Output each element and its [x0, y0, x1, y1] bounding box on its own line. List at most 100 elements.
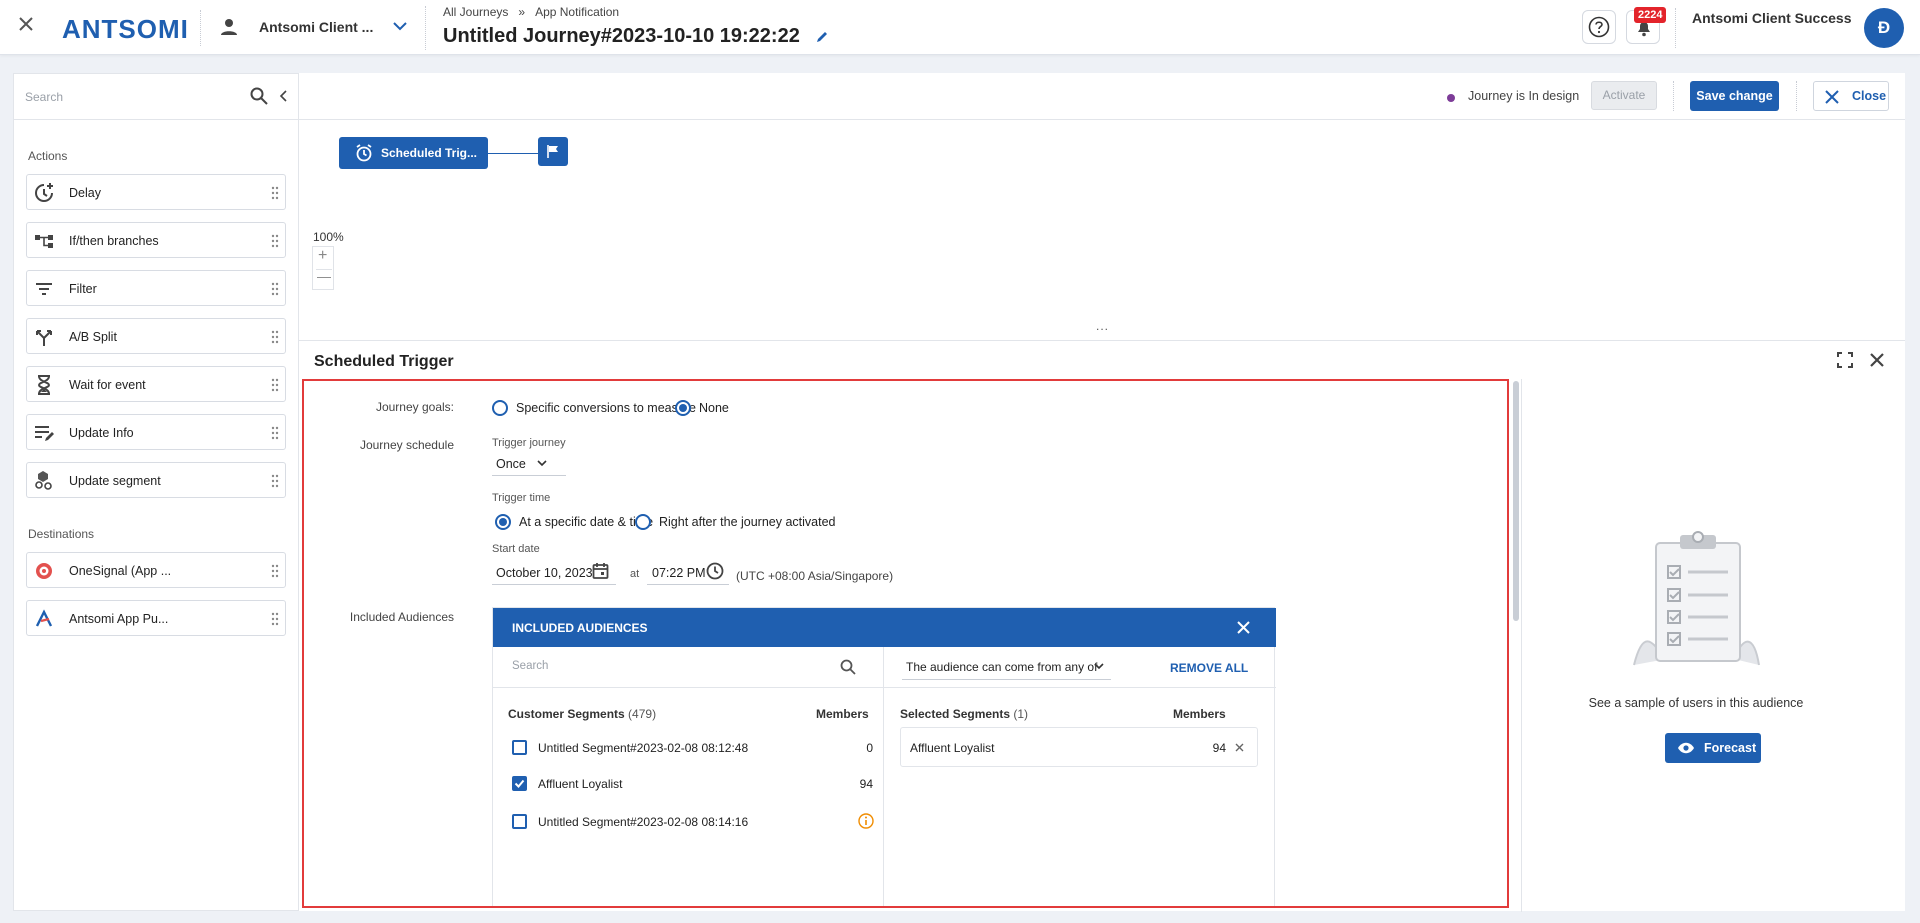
segment-checkbox[interactable] — [512, 740, 527, 755]
activate-button[interactable]: Activate — [1591, 81, 1657, 110]
forecast-label: Forecast — [1704, 741, 1757, 755]
action-label: Wait for event — [69, 378, 146, 392]
avatar[interactable]: Đ — [1864, 8, 1904, 48]
drag-handle-icon[interactable] — [271, 612, 279, 626]
portal-selector[interactable]: Antsomi Client ... — [259, 19, 373, 35]
breadcrumb-all-journeys[interactable]: All Journeys — [443, 5, 508, 19]
edit-lines-icon — [35, 426, 54, 441]
drag-handle-icon[interactable] — [271, 426, 279, 440]
drag-handle-icon[interactable] — [271, 474, 279, 488]
close-button[interactable]: Close — [1813, 81, 1889, 111]
segment-members: 94 — [859, 777, 873, 791]
audiences-search-input[interactable]: Search — [512, 660, 548, 672]
hourglass-icon — [37, 375, 51, 395]
drag-handle-icon[interactable] — [271, 330, 279, 344]
delay-icon — [35, 183, 53, 202]
divider — [425, 6, 426, 50]
calendar-icon[interactable] — [592, 562, 609, 580]
remove-all-button[interactable]: REMOVE ALL — [1170, 661, 1248, 675]
drag-handle-icon[interactable] — [271, 282, 279, 296]
sidebar-search-input[interactable]: Search — [25, 90, 63, 104]
breadcrumb-app-notification[interactable]: App Notification — [535, 5, 619, 19]
start-date-field[interactable]: October 10, 2023 — [492, 557, 616, 585]
divider — [1675, 8, 1676, 48]
segment-row[interactable]: Affluent Loyalist 94 — [493, 766, 883, 800]
drag-handle-icon[interactable] — [271, 378, 279, 392]
forecast-button[interactable]: Forecast — [1665, 733, 1761, 763]
time-after-activation-radio[interactable] — [635, 514, 651, 530]
action-label: Update segment — [69, 474, 161, 488]
action-wait-for-event[interactable]: Wait for event — [26, 366, 286, 402]
goal-none-label[interactable]: None — [699, 401, 729, 415]
audiences-toolbar: Search The audience can come from any of… — [493, 647, 1276, 688]
selected-segments-count: (1) — [1013, 707, 1029, 721]
antsomi-icon — [35, 609, 53, 627]
audiences-header: INCLUDED AUDIENCES — [493, 608, 1276, 647]
segment-icon — [35, 471, 52, 490]
checkmark-icon — [514, 779, 525, 788]
selected-segments-header: Selected Segments (1) — [900, 707, 1028, 721]
action-update-info[interactable]: Update Info — [26, 414, 286, 450]
chevron-down-icon[interactable] — [393, 22, 407, 32]
save-change-button[interactable]: Save change — [1690, 81, 1779, 111]
drag-handle-icon[interactable] — [271, 186, 279, 200]
chevron-down-icon — [537, 460, 547, 467]
goal-none-radio[interactable] — [675, 400, 691, 416]
segment-row[interactable]: Untitled Segment#2023-02-08 08:14:16 — [493, 804, 883, 838]
segment-row[interactable]: Untitled Segment#2023-02-08 08:12:48 0 — [493, 730, 883, 764]
help-button[interactable] — [1582, 10, 1616, 44]
time-specific-radio[interactable] — [495, 514, 511, 530]
time-after-activation-label[interactable]: Right after the journey activated — [659, 515, 836, 529]
customer-segments-label: Customer Segments — [508, 707, 625, 721]
warning-info-icon[interactable] — [858, 813, 874, 829]
action-label: Update Info — [69, 426, 134, 440]
segment-name: Untitled Segment#2023-02-08 08:12:48 — [538, 741, 749, 755]
customer-segments-header: Customer Segments (479) — [508, 707, 656, 721]
at-label: at — [630, 568, 640, 580]
zoom-controls: + — — [312, 246, 334, 290]
scrollbar[interactable] — [1513, 381, 1519, 621]
action-filter[interactable]: Filter — [26, 270, 286, 306]
action-update-segment[interactable]: Update segment — [26, 462, 286, 498]
end-node[interactable] — [538, 137, 568, 166]
start-time-field[interactable]: 07:22 PM — [647, 557, 729, 585]
resize-handle[interactable]: ... — [1096, 319, 1109, 333]
search-icon[interactable] — [250, 87, 268, 105]
time-specific-label[interactable]: At a specific date & time — [519, 515, 653, 529]
action-ab-split[interactable]: A/B Split — [26, 318, 286, 354]
trigger-journey-select[interactable]: Once — [492, 449, 566, 476]
journey-status: Journey is In design — [1468, 89, 1580, 103]
drag-handle-icon[interactable] — [271, 234, 279, 248]
destination-onesignal[interactable]: OneSignal (App ... — [26, 552, 286, 588]
close-app-icon[interactable] — [18, 16, 34, 32]
goal-specific-label[interactable]: Specific conversions to measure — [516, 401, 696, 415]
drag-handle-icon[interactable] — [271, 564, 279, 578]
zoom-out-button[interactable]: — — [317, 268, 331, 284]
antsomi-logo[interactable]: ANTSOMI — [62, 14, 189, 45]
action-label: Delay — [69, 186, 101, 200]
clock-icon[interactable] — [706, 562, 724, 580]
zoom-in-button[interactable]: + — [318, 247, 327, 265]
selected-segments-label: Selected Segments — [900, 707, 1011, 721]
remove-segment-icon[interactable] — [1235, 743, 1244, 752]
close-audiences-icon[interactable] — [1237, 621, 1250, 634]
close-panel-icon[interactable] — [1869, 352, 1885, 368]
destination-antsomi-app-push[interactable]: Antsomi App Pu... — [26, 600, 286, 636]
collapse-sidebar-icon[interactable] — [279, 90, 287, 102]
scheduled-trigger-node[interactable]: Scheduled Trig... — [339, 137, 488, 169]
start-date-value: October 10, 2023 — [496, 566, 593, 580]
action-if-then-branches[interactable]: If/then branches — [26, 222, 286, 258]
members-header: Members — [816, 707, 869, 721]
segment-checkbox[interactable] — [512, 814, 527, 829]
goal-specific-radio[interactable] — [492, 400, 508, 416]
action-delay[interactable]: Delay — [26, 174, 286, 210]
segment-checkbox[interactable] — [512, 776, 527, 791]
edit-pencil-icon[interactable] — [815, 30, 829, 44]
person-icon — [221, 19, 237, 35]
breadcrumb-separator: » — [518, 5, 526, 19]
expand-icon[interactable] — [1837, 352, 1853, 368]
audience-mode-select[interactable]: The audience can come from any of — [902, 652, 1111, 680]
search-icon[interactable] — [840, 659, 856, 675]
destinations-section-label: Destinations — [28, 527, 95, 541]
start-date-label: Start date — [492, 543, 540, 555]
